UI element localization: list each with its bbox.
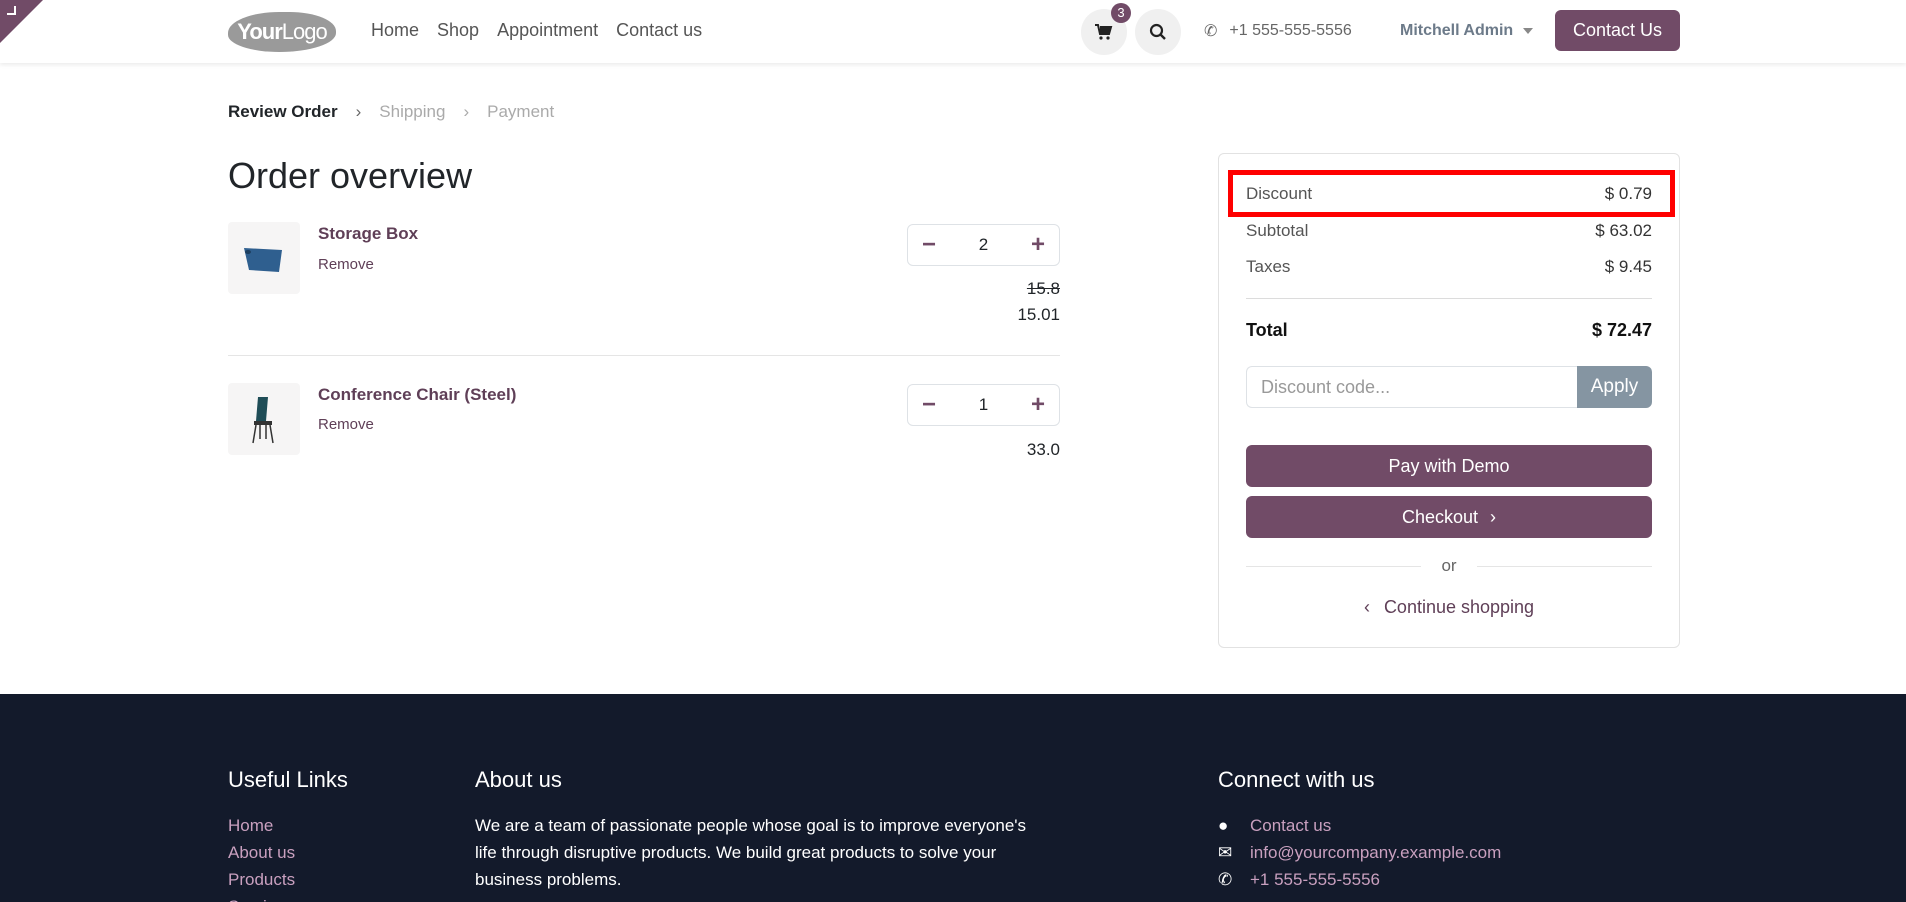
phone-icon: ✆ <box>1204 23 1218 40</box>
total-label: Total <box>1246 320 1288 340</box>
envelope-icon: ✉ <box>1218 843 1233 862</box>
divider <box>1246 298 1652 299</box>
footer-contact-link[interactable]: ● Contact us <box>1218 812 1501 839</box>
remove-link[interactable]: Remove <box>318 256 374 273</box>
continue-label: Continue shopping <box>1383 597 1535 617</box>
main-nav: Home Shop Appointment Contact us <box>371 20 702 41</box>
taxes-label: Taxes <box>1246 257 1291 276</box>
contact-label: Contact us <box>1250 816 1332 835</box>
or-label: or <box>1441 556 1457 575</box>
subtotal-label: Subtotal <box>1246 221 1309 240</box>
about-title: About us <box>475 767 562 792</box>
contact-us-button[interactable]: Contact Us <box>1555 10 1680 51</box>
about-line: business problems. <box>475 870 622 889</box>
logo-text-your: Your <box>237 19 282 44</box>
phone-icon: ✆ <box>1218 870 1233 889</box>
total-row: Total $ 72.47 <box>1246 320 1652 341</box>
cart-count-badge: 3 <box>1111 3 1131 23</box>
connect-list: ● Contact us ✉ info@yourcompany.example.co… <box>1218 812 1501 893</box>
connect-title: Connect with us <box>1218 767 1375 792</box>
discount-value: $ 0.79 <box>1604 184 1652 203</box>
taxes-row: Taxes $ 9.45 <box>1246 257 1652 277</box>
email-label: info@yourcompany.example.com <box>1250 843 1502 862</box>
checkout-label: Checkout <box>1401 507 1479 527</box>
product-name[interactable]: Storage Box <box>318 224 418 244</box>
nav-home[interactable]: Home <box>371 20 419 41</box>
quantity-stepper: − 2 + <box>907 224 1060 266</box>
corner-icon <box>7 6 16 15</box>
apply-button[interactable]: Apply <box>1577 366 1652 408</box>
step-shipping: Shipping <box>379 102 446 121</box>
total-value: $ 72.47 <box>1591 320 1652 340</box>
quantity-input[interactable]: 1 <box>979 395 988 415</box>
quantity-stepper: − 1 + <box>907 384 1060 426</box>
step-payment: Payment <box>487 102 555 121</box>
discount-code-form: Apply <box>1246 366 1652 408</box>
logo-text-logo: Logo <box>281 19 328 44</box>
logo[interactable]: YourLogo <box>228 12 336 52</box>
discount-row: Discount $ 0.79 <box>1246 184 1652 204</box>
pay-with-demo-button[interactable]: Pay with Demo <box>1246 445 1652 487</box>
plus-button[interactable]: + <box>1031 231 1045 259</box>
footer-phone-link[interactable]: ✆ +1 555-555-5556 <box>1218 866 1501 893</box>
footer-link-services[interactable]: Services <box>228 893 295 902</box>
user-menu[interactable]: Mitchell Admin <box>1400 22 1534 40</box>
quantity-input[interactable]: 2 <box>979 235 988 255</box>
chevron-right-icon: › <box>355 102 362 121</box>
nav-shop[interactable]: Shop <box>437 20 479 41</box>
checkout-steps: Review Order › Shipping › Payment <box>228 102 554 122</box>
divider <box>228 355 1060 356</box>
user-name: Mitchell Admin <box>1400 22 1514 39</box>
original-price: 15.8 <box>1026 279 1060 298</box>
about-line: We are a team of passionate people whose… <box>475 816 1027 835</box>
phone-number: +1 555-555-5556 <box>1229 22 1352 39</box>
footer-link-home[interactable]: Home <box>228 812 295 839</box>
useful-links-title: Useful Links <box>228 767 348 792</box>
subtotal-row: Subtotal $ 63.02 <box>1246 221 1652 241</box>
minus-button[interactable]: − <box>922 231 936 259</box>
line-price: 15.01 <box>1017 305 1060 324</box>
step-review-order: Review Order <box>228 102 338 121</box>
search-button[interactable] <box>1135 9 1181 55</box>
remove-link[interactable]: Remove <box>318 416 374 433</box>
footer-link-about-us[interactable]: About us <box>228 839 295 866</box>
chevron-right-icon: › <box>463 102 470 121</box>
caret-down-icon <box>1523 27 1534 34</box>
phone-label: +1 555-555-5556 <box>1250 870 1380 889</box>
cart-icon <box>1095 24 1113 40</box>
product-image-storage-box[interactable] <box>228 222 300 294</box>
header-phone[interactable]: ✆ +1 555-555-5556 <box>1204 21 1352 41</box>
subtotal-value: $ 63.02 <box>1595 221 1652 240</box>
page-title: Order overview <box>228 155 473 196</box>
about-line: life through disruptive products. We bui… <box>475 843 997 862</box>
search-icon <box>1149 23 1166 40</box>
product-image-conference-chair[interactable] <box>228 383 300 455</box>
footer-email-link[interactable]: ✉ info@yourcompany.example.com <box>1218 839 1501 866</box>
chevron-right-icon: › <box>1490 507 1497 527</box>
line-price: 33.0 <box>1026 440 1060 459</box>
or-separator: or <box>1246 556 1652 576</box>
about-text: We are a team of passionate people whose… <box>475 812 1026 893</box>
discount-code-input[interactable] <box>1246 366 1577 408</box>
nav-appointment[interactable]: Appointment <box>497 20 598 41</box>
minus-button[interactable]: − <box>922 391 936 419</box>
comment-icon: ● <box>1218 816 1229 835</box>
footer: Useful Links Home About us Products Serv… <box>0 694 1906 902</box>
discount-label: Discount <box>1246 184 1313 203</box>
checkout-button[interactable]: Checkout › <box>1246 496 1652 538</box>
chevron-left-icon: ‹ <box>1363 597 1370 617</box>
product-name[interactable]: Conference Chair (Steel) <box>318 385 516 405</box>
continue-shopping-link[interactable]: ‹ Continue shopping <box>1246 597 1652 618</box>
useful-links-list: Home About us Products Services <box>228 812 295 902</box>
plus-button[interactable]: + <box>1031 391 1045 419</box>
taxes-value: $ 9.45 <box>1604 257 1652 276</box>
footer-link-products[interactable]: Products <box>228 866 295 893</box>
nav-contact-us[interactable]: Contact us <box>616 20 702 41</box>
